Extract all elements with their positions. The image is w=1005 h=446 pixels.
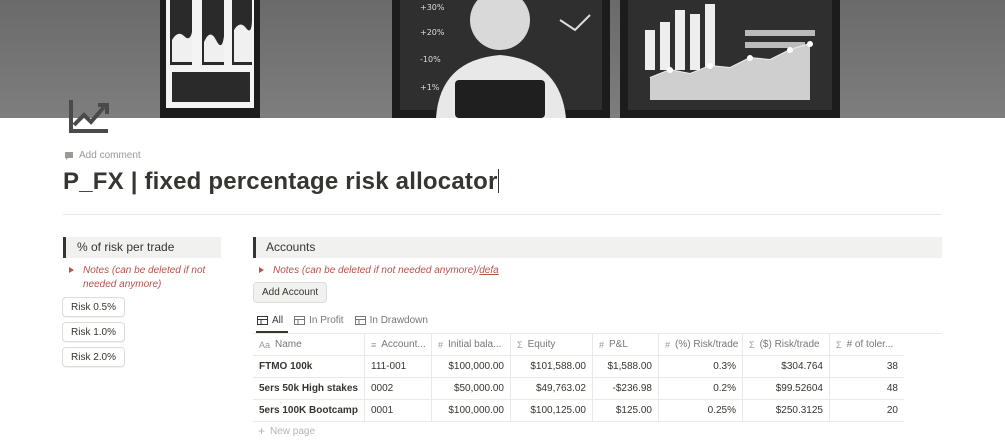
cell-pnl[interactable]: -$236.98 <box>593 378 659 399</box>
column-header-pnl[interactable]: # P&L <box>593 334 659 355</box>
number-icon: # <box>665 339 671 350</box>
right-notes-text: Notes (can be deleted if not needed anym… <box>273 265 480 276</box>
page-cover[interactable]: +30% +20% -10% +1% <box>0 0 1005 118</box>
cell-equity[interactable]: $49,763.02 <box>511 378 593 399</box>
column-header-account[interactable]: ≡ Account... <box>365 334 432 355</box>
cell-pnl[interactable]: $125.00 <box>593 400 659 421</box>
cover-label: -10% <box>420 55 441 64</box>
new-page-label: New page <box>270 425 316 437</box>
tab-label: In Drawdown <box>369 314 428 326</box>
notes-link[interactable]: defa <box>479 264 498 278</box>
column-label: ($) Risk/trade <box>759 339 820 350</box>
number-icon: # <box>599 339 605 350</box>
divider <box>63 214 942 215</box>
tab-label: All <box>272 314 284 326</box>
column-header-initial-balance[interactable]: # Initial bala... <box>432 334 511 355</box>
column-label: Account... <box>381 339 426 350</box>
cell-account[interactable]: 0002 <box>365 378 432 399</box>
cell-account[interactable]: 111-001 <box>365 356 432 377</box>
number-icon: # <box>438 339 444 350</box>
cover-label: +30% <box>420 3 445 12</box>
add-comment-label: Add comment <box>79 150 141 161</box>
tab-label: In Profit <box>309 314 344 326</box>
cell-equity[interactable]: $100,125.00 <box>511 400 593 421</box>
formula-icon: Σ <box>517 339 523 350</box>
column-header-name[interactable]: Aa Name <box>253 334 365 355</box>
left-notes-text: Notes (can be deleted if not needed anym… <box>83 265 206 290</box>
cell-dollar-risk[interactable]: $250.3125 <box>743 400 830 421</box>
chart-line-up-icon[interactable] <box>68 97 112 135</box>
cell-name[interactable]: 5ers 50k High stakes <box>253 378 365 399</box>
risk-0-5-button[interactable]: Risk 0.5% <box>62 297 126 317</box>
text-property-icon: Aa <box>259 339 271 350</box>
column-label: # of toler... <box>846 339 894 350</box>
table-row[interactable]: 5ers 100K Bootcamp 0001 $100,000.00 $100… <box>253 400 904 422</box>
table-icon <box>354 315 366 325</box>
risk-2-0-button[interactable]: Risk 2.0% <box>62 347 126 367</box>
text-caret <box>498 169 500 193</box>
formula-icon: Σ <box>836 339 842 350</box>
column-label: Name <box>275 339 302 350</box>
left-notes-toggle[interactable]: Notes (can be deleted if not needed anym… <box>67 264 217 292</box>
cover-label: +20% <box>420 28 445 37</box>
new-page-button[interactable]: + New page <box>258 424 315 438</box>
table-row[interactable]: FTMO 100k 111-001 $100,000.00 $101,588.0… <box>253 356 904 378</box>
cell-tolerance[interactable]: 48 <box>830 378 904 399</box>
cell-initial-balance[interactable]: $100,000.00 <box>432 400 511 421</box>
cell-pct-risk[interactable]: 0.3% <box>659 356 743 377</box>
column-label: Equity <box>527 339 556 350</box>
column-header-tolerance[interactable]: Σ # of toler... <box>830 334 904 355</box>
comment-icon <box>65 151 73 160</box>
cell-dollar-risk[interactable]: $99.52604 <box>743 378 830 399</box>
table-header: Aa Name ≡ Account... # Initial bala... Σ Equ… <box>253 334 904 356</box>
cell-initial-balance[interactable]: $50,000.00 <box>432 378 511 399</box>
cell-pct-risk[interactable]: 0.2% <box>659 378 743 399</box>
cell-tolerance[interactable]: 20 <box>830 400 904 421</box>
tab-in-drawdown[interactable]: In Drawdown <box>354 312 428 328</box>
cover-illustration: +30% +20% -10% +1% <box>160 0 840 118</box>
cell-tolerance[interactable]: 38 <box>830 356 904 377</box>
plus-icon: + <box>258 424 266 438</box>
table-icon <box>257 315 268 325</box>
cell-dollar-risk[interactable]: $304.764 <box>743 356 830 377</box>
cell-account[interactable]: 0001 <box>365 400 432 421</box>
column-label: P&L <box>609 339 628 350</box>
cell-pnl[interactable]: $1,588.00 <box>593 356 659 377</box>
cell-initial-balance[interactable]: $100,000.00 <box>432 356 511 377</box>
cover-label: +1% <box>420 83 440 92</box>
toggle-triangle-icon[interactable] <box>259 267 264 273</box>
cell-equity[interactable]: $101,588.00 <box>511 356 593 377</box>
page-title-text[interactable]: P_FX | fixed percentage risk allocator <box>63 168 497 195</box>
add-account-button[interactable]: Add Account <box>253 282 328 303</box>
risk-1-0-button[interactable]: Risk 1.0% <box>62 322 126 342</box>
cell-pct-risk[interactable]: 0.25% <box>659 400 743 421</box>
add-comment-button[interactable]: Add comment <box>64 150 141 161</box>
tab-in-profit[interactable]: In Profit <box>294 312 344 328</box>
column-header-pct-risk[interactable]: # (%) Risk/trade <box>659 334 743 355</box>
column-label: Initial bala... <box>448 339 502 350</box>
text-lines-icon: ≡ <box>371 339 377 350</box>
toggle-triangle-icon[interactable] <box>69 267 74 273</box>
table-row[interactable]: 5ers 50k High stakes 0002 $50,000.00 $49… <box>253 378 904 400</box>
right-notes-toggle[interactable]: Notes (can be deleted if not needed anym… <box>257 264 499 278</box>
column-header-equity[interactable]: Σ Equity <box>511 334 593 355</box>
risk-heading: % of risk per trade <box>63 237 221 258</box>
column-header-dollar-risk[interactable]: Σ ($) Risk/trade <box>743 334 830 355</box>
view-tabs: All In Profit In Drawdown <box>257 312 428 328</box>
table-icon <box>294 315 306 325</box>
tab-all[interactable]: All <box>257 312 283 328</box>
page-title[interactable]: P_FX | fixed percentage risk allocator <box>63 168 500 196</box>
accounts-table: Aa Name ≡ Account... # Initial bala... Σ Equ… <box>253 334 904 422</box>
cell-name[interactable]: 5ers 100K Bootcamp <box>253 400 365 421</box>
formula-icon: Σ <box>749 339 755 350</box>
column-label: (%) Risk/trade <box>675 339 739 350</box>
cell-name[interactable]: FTMO 100k <box>253 356 365 377</box>
accounts-heading: Accounts <box>253 237 942 258</box>
